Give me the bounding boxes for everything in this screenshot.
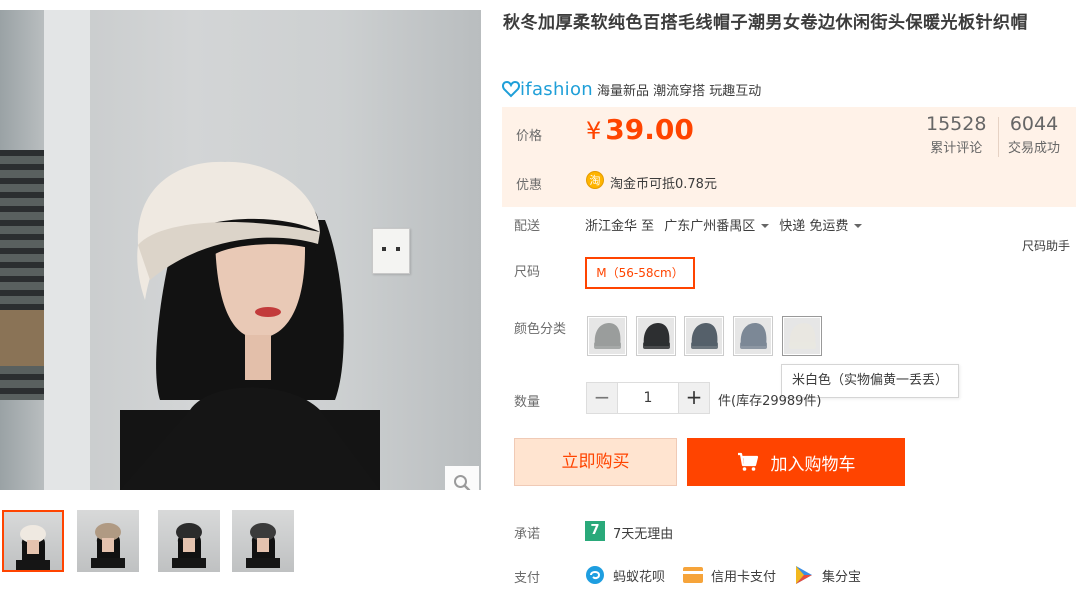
thumbnail-image: [246, 523, 280, 568]
cart-icon: [737, 452, 758, 471]
thumbnail-3[interactable]: [158, 510, 220, 572]
thumbnail-2[interactable]: [77, 510, 139, 572]
shipping-row: 浙江金华 至 广东广州番禺区 快递 免运费: [585, 215, 872, 234]
quantity-decrease-button[interactable]: −: [586, 382, 618, 414]
price-amount: 39.00: [605, 113, 694, 146]
size-label: 尺码: [514, 265, 541, 280]
deals-label: 交易成功: [1008, 141, 1061, 156]
payment-methods: 蚂蚁花呗 信用卡支付 集分宝: [585, 565, 861, 585]
quantity-label: 数量: [514, 395, 541, 410]
payment-method-credit-card: 信用卡支付: [711, 569, 777, 585]
size-helper-link[interactable]: 尺码助手: [1022, 237, 1070, 254]
background-plank: [0, 310, 50, 366]
thumbnail-image: [91, 523, 125, 568]
add-to-cart-button[interactable]: 加入购物车: [687, 438, 905, 486]
payment-method-huabei: 蚂蚁花呗: [613, 569, 666, 585]
reviews-label: 累计评论: [930, 141, 983, 156]
color-swatch-5[interactable]: [782, 316, 822, 356]
beanie-swatch-image: [784, 318, 820, 354]
shipping-destination-select[interactable]: 广东广州番禺区: [664, 219, 779, 234]
color-swatch-4[interactable]: [733, 316, 773, 356]
review-stat[interactable]: 15528 累计评论: [926, 113, 986, 156]
beanie-swatch-image: [589, 318, 625, 354]
payment-method-jifenbao: 集分宝: [822, 569, 862, 585]
beanie-swatch-image: [735, 318, 771, 354]
shipping-from: 浙江金华 至: [585, 219, 655, 234]
heart-logo-icon: [502, 80, 520, 98]
shipping-method-select[interactable]: 快递 免运费: [779, 219, 872, 234]
buy-now-button[interactable]: 立即购买: [514, 438, 677, 486]
color-swatch-2[interactable]: [636, 316, 676, 356]
deals-count: 6044: [1009, 113, 1059, 135]
credit-card-icon: [683, 567, 704, 583]
quantity-input[interactable]: 1: [618, 382, 678, 414]
stock-text: 件(库存29989件): [718, 394, 822, 409]
shipping-label: 配送: [514, 219, 541, 234]
seven-day-return-icon: 7: [585, 521, 605, 541]
huabei-icon: [586, 566, 604, 584]
reviews-count: 15528: [926, 113, 987, 135]
shipping-method: 快递 免运费: [779, 219, 849, 234]
product-title: 秋冬加厚柔软纯色百搭毛线帽子潮男女卷边休闲街头保暖光板针织帽: [503, 13, 1028, 33]
price-value: ¥39.00: [586, 113, 694, 146]
magnifier-icon: [454, 475, 471, 490]
shipping-destination: 广东广州番禺区: [664, 219, 756, 234]
main-product-image[interactable]: [0, 10, 481, 490]
beanie-swatch-image: [638, 318, 674, 354]
jifenbao-icon: [796, 566, 813, 584]
color-swatch-3[interactable]: [684, 316, 724, 356]
quantity-increase-button[interactable]: +: [678, 382, 710, 414]
color-swatch-1[interactable]: [587, 316, 627, 356]
background-pillar: [44, 10, 90, 490]
add-to-cart-label: 加入购物车: [770, 454, 856, 475]
thumbnail-1[interactable]: [2, 510, 64, 572]
payment-label: 支付: [514, 571, 541, 586]
ifashion-logo[interactable]: ifashion: [502, 79, 593, 100]
beanie-swatch-image: [686, 318, 722, 354]
brand-logo-text: ifashion: [520, 78, 593, 100]
size-option-m[interactable]: M（56-58cm）: [585, 257, 695, 289]
stat-divider: [998, 117, 999, 157]
promo-text: 淘金币可抵0.78元: [610, 177, 717, 192]
price-label: 价格: [516, 129, 543, 144]
zoom-button[interactable]: [445, 466, 479, 490]
model-wearing-beanie: [120, 161, 380, 490]
deals-stat: 6044 交易成功: [1008, 113, 1060, 156]
thumbnail-4[interactable]: [232, 510, 294, 572]
taobao-coin-icon: 淘: [586, 171, 604, 189]
promise-label: 承诺: [514, 527, 541, 542]
brand-row: ifashion 海量新品 潮流穿搭 玩趣互动: [502, 78, 761, 100]
price-panel: 价格 ¥39.00 15528 累计评论 6044 交易成功 优惠 淘 淘金币可…: [502, 107, 1076, 207]
thumbnail-image: [172, 523, 206, 568]
promise-text[interactable]: 7天无理由: [613, 523, 673, 542]
chevron-down-icon: [854, 223, 863, 228]
promo-label: 优惠: [516, 178, 543, 193]
thumbnail-image: [16, 525, 50, 570]
color-label: 颜色分类: [514, 322, 567, 337]
chevron-down-icon: [761, 223, 770, 228]
brand-tagline: 海量新品 潮流穿搭 玩趣互动: [596, 83, 762, 99]
currency-symbol: ¥: [586, 117, 602, 145]
